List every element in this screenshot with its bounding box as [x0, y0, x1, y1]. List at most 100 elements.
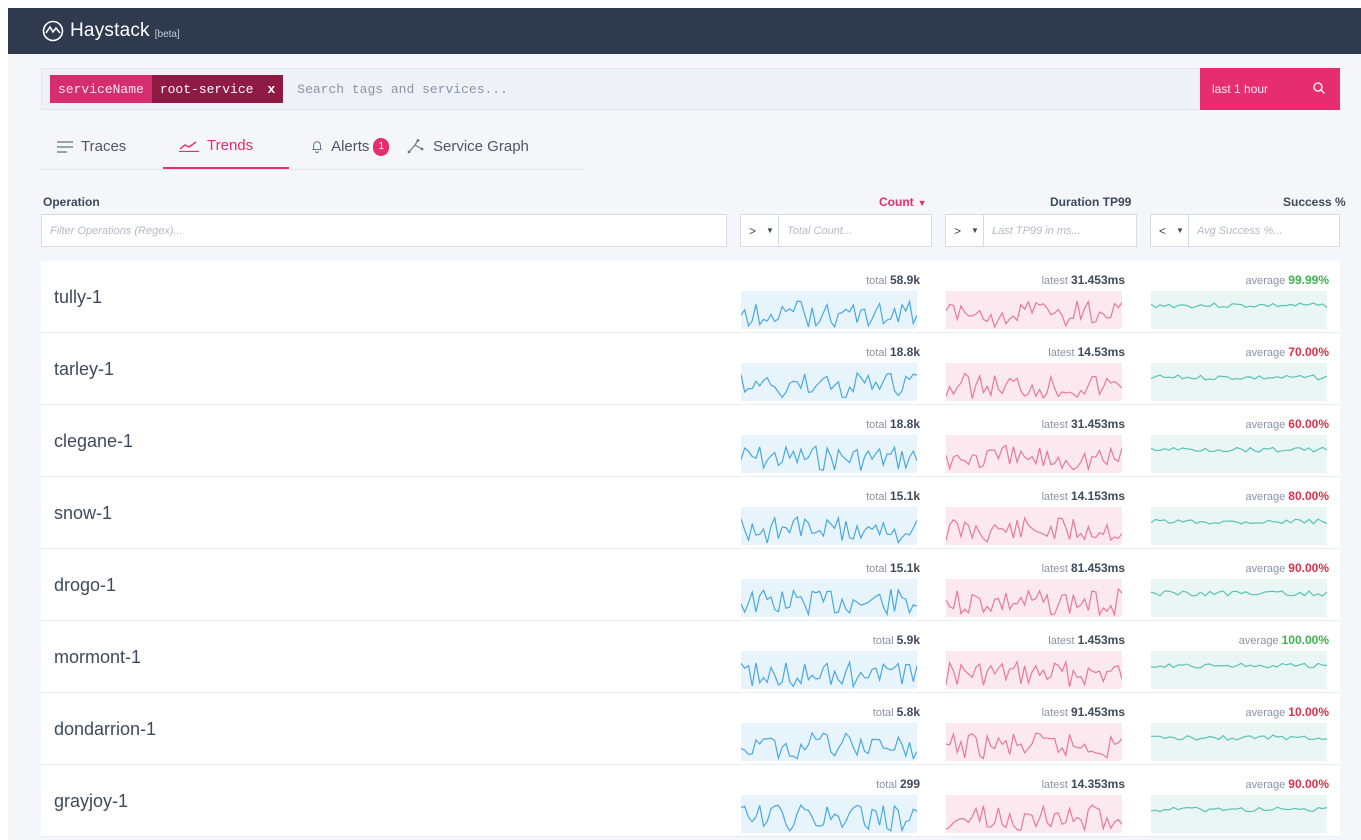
success-comparator-select[interactable]: < ▼: [1151, 215, 1189, 246]
table-row[interactable]: mormont-1 total 5.9k latest 1.453ms aver…: [41, 621, 1340, 693]
duration-filter-input[interactable]: [984, 215, 1136, 246]
operation-name[interactable]: tarley-1: [54, 359, 114, 380]
table-row[interactable]: tarley-1 total 18.8k latest 14.53ms aver…: [41, 333, 1340, 405]
count-sparkline[interactable]: [741, 579, 917, 617]
duration-value: latest 1.453ms: [1048, 633, 1125, 647]
column-header-duration[interactable]: Duration TP99: [1050, 195, 1131, 209]
success-sparkline[interactable]: [1151, 291, 1327, 329]
duration-comparator-select[interactable]: > ▼: [946, 215, 984, 246]
operation-name[interactable]: dondarrion-1: [54, 719, 156, 740]
success-value: average 99.99%: [1245, 273, 1329, 287]
success-trend-line: [1151, 590, 1327, 597]
success-filter-input[interactable]: [1189, 215, 1339, 246]
duration-sparkline[interactable]: [946, 723, 1122, 761]
count-trend-line: [741, 731, 917, 761]
operation-name[interactable]: tully-1: [54, 287, 102, 308]
success-trend-line: [1151, 662, 1327, 669]
tab-traces-label: Traces: [81, 138, 127, 155]
alerts-count-badge: 1: [373, 137, 389, 156]
time-range-label: last 1 hour: [1212, 82, 1269, 96]
duration-sparkline[interactable]: [946, 651, 1122, 689]
success-value: average 80.00%: [1245, 489, 1329, 503]
count-trend-line: [741, 588, 917, 617]
count-trend-line: [741, 371, 917, 399]
success-sparkline[interactable]: [1151, 651, 1327, 689]
duration-value: latest 14.353ms: [1041, 777, 1125, 791]
dropdown-arrow-icon: ▼: [971, 226, 979, 235]
chip-remove-button[interactable]: x: [267, 82, 275, 97]
column-header-success[interactable]: Success %: [1283, 195, 1346, 209]
table-row[interactable]: dondarrion-1 total 5.8k latest 91.453ms …: [41, 693, 1340, 765]
success-value: average 90.00%: [1245, 777, 1329, 791]
tab-service-graph[interactable]: Service Graph: [405, 124, 581, 169]
column-header-count[interactable]: Count ▼: [879, 195, 927, 209]
success-value: average 10.00%: [1245, 705, 1329, 719]
duration-value: latest 31.453ms: [1041, 273, 1125, 287]
count-value: total 58.9k: [866, 273, 920, 287]
count-sparkline[interactable]: [741, 507, 917, 545]
operation-name[interactable]: snow-1: [54, 503, 112, 524]
tab-service-graph-label: Service Graph: [433, 138, 529, 155]
count-filter-input[interactable]: [779, 215, 931, 246]
duration-trend-line: [946, 659, 1122, 688]
count-sparkline[interactable]: [741, 363, 917, 401]
table-row[interactable]: snow-1 total 15.1k latest 14.153ms avera…: [41, 477, 1340, 549]
search-input[interactable]: [283, 69, 1339, 109]
success-sparkline[interactable]: [1151, 795, 1327, 833]
count-trend-line: [741, 659, 917, 689]
success-value: average 100.00%: [1238, 633, 1329, 647]
tab-bar: Traces Trends Alerts 1 Service Graph: [41, 124, 583, 170]
operation-name[interactable]: mormont-1: [54, 647, 141, 668]
count-value: total 18.8k: [866, 345, 920, 359]
success-sparkline[interactable]: [1151, 579, 1327, 617]
beta-label: [beta]: [154, 28, 180, 40]
count-comparator-value: >: [749, 223, 757, 238]
tab-alerts[interactable]: Alerts 1: [289, 124, 405, 169]
duration-sparkline[interactable]: [946, 579, 1122, 617]
duration-sparkline[interactable]: [946, 291, 1122, 329]
operation-filter-input[interactable]: [42, 215, 726, 246]
success-sparkline[interactable]: [1151, 723, 1327, 761]
table-row[interactable]: grayjoy-1 total 299 latest 14.353ms aver…: [41, 765, 1340, 837]
count-comparator-select[interactable]: > ▼: [741, 215, 779, 246]
success-filter: < ▼: [1150, 214, 1340, 247]
success-sparkline[interactable]: [1151, 435, 1327, 473]
dropdown-arrow-icon: ▼: [766, 226, 774, 235]
tab-trends[interactable]: Trends: [163, 124, 289, 169]
search-icon[interactable]: [1312, 81, 1326, 95]
success-value: average 90.00%: [1245, 561, 1329, 575]
time-range-button[interactable]: last 1 hour: [1200, 68, 1340, 110]
success-trend-line: [1151, 806, 1327, 813]
tab-traces[interactable]: Traces: [41, 124, 163, 169]
operations-table: tully-1 total 58.9k latest 31.453ms aver…: [41, 261, 1340, 837]
duration-sparkline[interactable]: [946, 507, 1122, 545]
duration-comparator-value: >: [954, 223, 962, 238]
brand-name[interactable]: Haystack: [70, 20, 150, 42]
top-navbar: Haystack [beta]: [8, 8, 1361, 54]
count-sparkline[interactable]: [741, 723, 917, 761]
duration-sparkline[interactable]: [946, 363, 1122, 401]
success-sparkline[interactable]: [1151, 507, 1327, 545]
operation-name[interactable]: clegane-1: [54, 431, 133, 452]
success-trend-line: [1151, 446, 1327, 453]
count-sparkline[interactable]: [741, 291, 917, 329]
duration-trend-line: [946, 587, 1122, 617]
service-chip: serviceName root-service x: [50, 75, 284, 103]
duration-sparkline[interactable]: [946, 435, 1122, 473]
duration-sparkline[interactable]: [946, 795, 1122, 833]
count-sparkline[interactable]: [741, 435, 917, 473]
operation-name[interactable]: grayjoy-1: [54, 791, 128, 812]
table-row[interactable]: drogo-1 total 15.1k latest 81.453ms aver…: [41, 549, 1340, 621]
table-row[interactable]: clegane-1 total 18.8k latest 31.453ms av…: [41, 405, 1340, 477]
count-value: total 18.8k: [866, 417, 920, 431]
operation-name[interactable]: drogo-1: [54, 575, 116, 596]
duration-filter: > ▼: [945, 214, 1137, 247]
count-sparkline[interactable]: [741, 795, 917, 833]
count-sparkline[interactable]: [741, 651, 917, 689]
success-sparkline[interactable]: [1151, 363, 1327, 401]
column-header-operation[interactable]: Operation: [43, 195, 100, 209]
duration-trend-line: [946, 372, 1122, 400]
duration-trend-line: [946, 731, 1122, 760]
table-row[interactable]: tully-1 total 58.9k latest 31.453ms aver…: [41, 261, 1340, 333]
count-trend-line: [741, 515, 917, 544]
